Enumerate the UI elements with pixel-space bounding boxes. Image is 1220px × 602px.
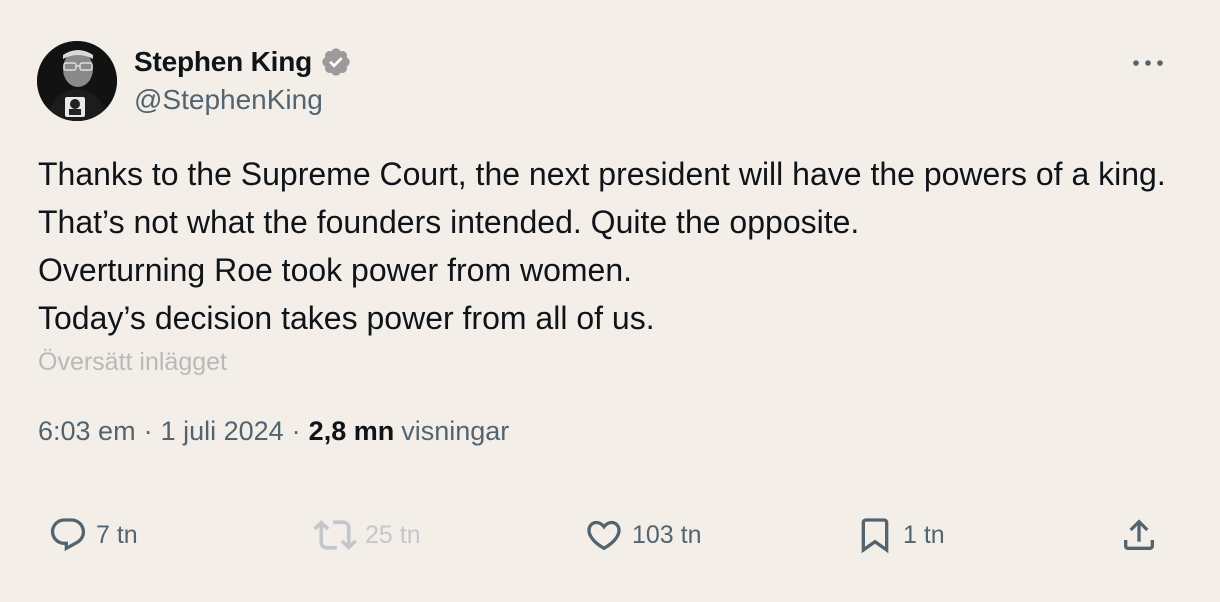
more-horizontal-icon <box>1133 60 1163 66</box>
author-handle[interactable]: @StephenKing <box>134 84 323 116</box>
meta-separator: · <box>291 416 301 446</box>
tweet-date[interactable]: 1 juli 2024 <box>161 416 284 447</box>
bookmark-count: 1 tn <box>903 520 945 549</box>
heart-icon <box>587 520 621 551</box>
like-button[interactable]: 103 tn <box>584 512 702 558</box>
reply-button[interactable]: 7 tn <box>48 512 138 558</box>
share-button[interactable] <box>1119 512 1159 558</box>
verified-badge-icon[interactable] <box>320 46 352 78</box>
more-options-button[interactable] <box>1128 48 1168 78</box>
author-name[interactable]: Stephen King <box>134 46 312 78</box>
retweet-icon <box>313 520 357 550</box>
author-name-row: Stephen King <box>134 44 352 80</box>
meta-separator: · <box>143 416 153 446</box>
tweet-metadata: 6:03 em · 1 juli 2024 · 2,8 mn visningar <box>38 416 509 447</box>
retweet-button[interactable]: 25 tn <box>313 512 421 558</box>
retweet-count: 25 tn <box>365 520 421 549</box>
avatar[interactable] <box>37 41 117 121</box>
like-count: 103 tn <box>632 520 702 549</box>
views-label: visningar <box>401 416 510 446</box>
translate-post-link[interactable]: Översätt inlägget <box>38 348 227 377</box>
tweet-time[interactable]: 6:03 em <box>38 416 136 447</box>
views-count[interactable]: 2,8 mn <box>309 416 395 447</box>
bookmark-icon <box>861 518 889 554</box>
avatar-image <box>37 41 117 121</box>
reply-icon <box>50 518 86 552</box>
tweet-text: Thanks to the Supreme Court, the next pr… <box>38 156 1166 336</box>
reply-count: 7 tn <box>96 520 138 549</box>
share-icon <box>1124 519 1154 550</box>
bookmark-button[interactable]: 1 tn <box>855 512 945 558</box>
